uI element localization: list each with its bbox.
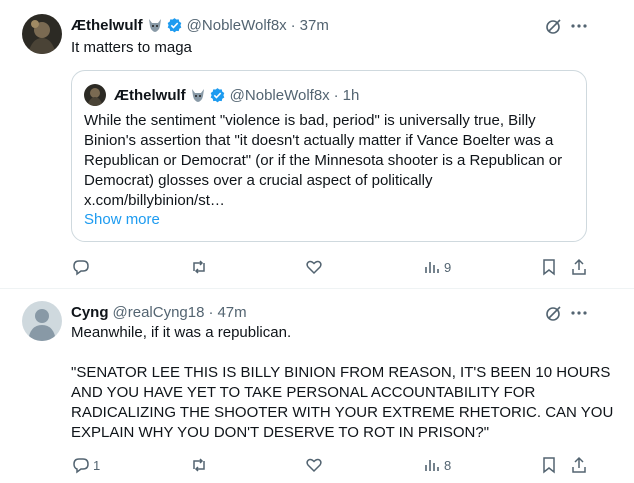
quote-text-line: x.com/billybinion/st… (84, 192, 225, 209)
share-button[interactable] (570, 456, 588, 474)
author-handle[interactable]: @NobleWolf8x (187, 17, 287, 34)
wolf-emoji-icon (190, 87, 206, 103)
separator-dot: · (333, 86, 339, 104)
quote-text-line: While the sentiment "violence is bad, pe… (84, 112, 536, 129)
quote-text-line: Democrat) glosses over a crucial aspect … (84, 172, 433, 189)
more-icon[interactable] (570, 17, 588, 35)
separator-dot: · (290, 16, 296, 34)
post-text-line: RADICALIZING THE SHOOTER WITH YOUR EXTRE… (71, 404, 614, 421)
bookmark-icon (543, 457, 555, 474)
views-button[interactable]: 8 (423, 456, 451, 474)
author-name[interactable]: Cyng (71, 304, 109, 321)
more-icon[interactable] (570, 304, 588, 322)
quote-timestamp: 1h (342, 86, 360, 104)
reply-button[interactable]: 1 (72, 456, 100, 474)
grok-icon[interactable] (545, 17, 563, 35)
post-text-line: AND YOU HAVE YET TO TAKE PERSONAL ACCOUN… (71, 384, 536, 401)
quote-text-line: Republican or Democrat" (or if the Minne… (84, 152, 563, 169)
share-button[interactable] (570, 258, 588, 276)
post-aethelwulf[interactable]: Æthelwulf @NobleWolf8x · 37m It matters … (0, 0, 634, 288)
like-icon (306, 458, 322, 473)
wolf-emoji-icon (147, 17, 163, 33)
avatar[interactable] (22, 301, 62, 341)
quote-author-handle: @NobleWolf8x (229, 86, 330, 104)
verified-badge-icon[interactable] (166, 17, 183, 34)
bookmark-icon (543, 259, 555, 276)
views-icon (425, 460, 439, 471)
like-button[interactable] (305, 258, 326, 276)
bookmark-button[interactable] (540, 258, 558, 276)
views-count: 8 (444, 457, 452, 473)
views-count: 9 (444, 259, 452, 275)
repost-button[interactable] (190, 258, 211, 276)
reply-icon (73, 260, 89, 276)
repost-icon (193, 260, 205, 274)
grok-icon[interactable] (545, 304, 563, 322)
share-icon (572, 456, 586, 473)
reply-count: 1 (93, 457, 101, 473)
author-name[interactable]: Æthelwulf (71, 17, 143, 34)
post-text: Meanwhile, if it was a republican. (71, 324, 292, 341)
like-button[interactable] (305, 456, 326, 474)
separator-dot: · (208, 303, 214, 321)
reply-button[interactable] (72, 258, 93, 276)
repost-button[interactable] (190, 456, 211, 474)
repost-icon (193, 458, 205, 472)
bookmark-button[interactable] (540, 456, 558, 474)
verified-badge-icon (209, 87, 226, 104)
post-text: It matters to maga (71, 39, 192, 56)
views-button[interactable]: 9 (423, 258, 451, 276)
timestamp[interactable]: 47m (217, 304, 246, 321)
post-text-line: EXPLAIN WHY YOU DON'T DESERVE TO ROT IN … (71, 424, 490, 441)
timestamp[interactable]: 37m (300, 17, 329, 34)
share-icon (572, 258, 586, 275)
post-cyng[interactable]: Cyng @realCyng18 · 47m Meanwhile, if it … (0, 289, 634, 483)
reply-icon (73, 458, 89, 474)
quote-author-name: Æthelwulf (114, 86, 186, 104)
avatar[interactable] (22, 14, 62, 54)
post-text-line: "SENATOR LEE THIS IS BILLY BINION FROM R… (71, 364, 611, 381)
author-handle[interactable]: @realCyng18 (113, 304, 205, 321)
like-icon (306, 260, 322, 275)
quote-avatar (84, 84, 106, 106)
quote-text-line: Binion's assertion that "it doesn't actu… (84, 132, 554, 149)
views-icon (425, 262, 439, 273)
quoted-post[interactable]: Æthelwulf @NobleWolf8x · 1h While the se… (71, 70, 587, 242)
show-more-link[interactable]: Show more (84, 211, 160, 228)
